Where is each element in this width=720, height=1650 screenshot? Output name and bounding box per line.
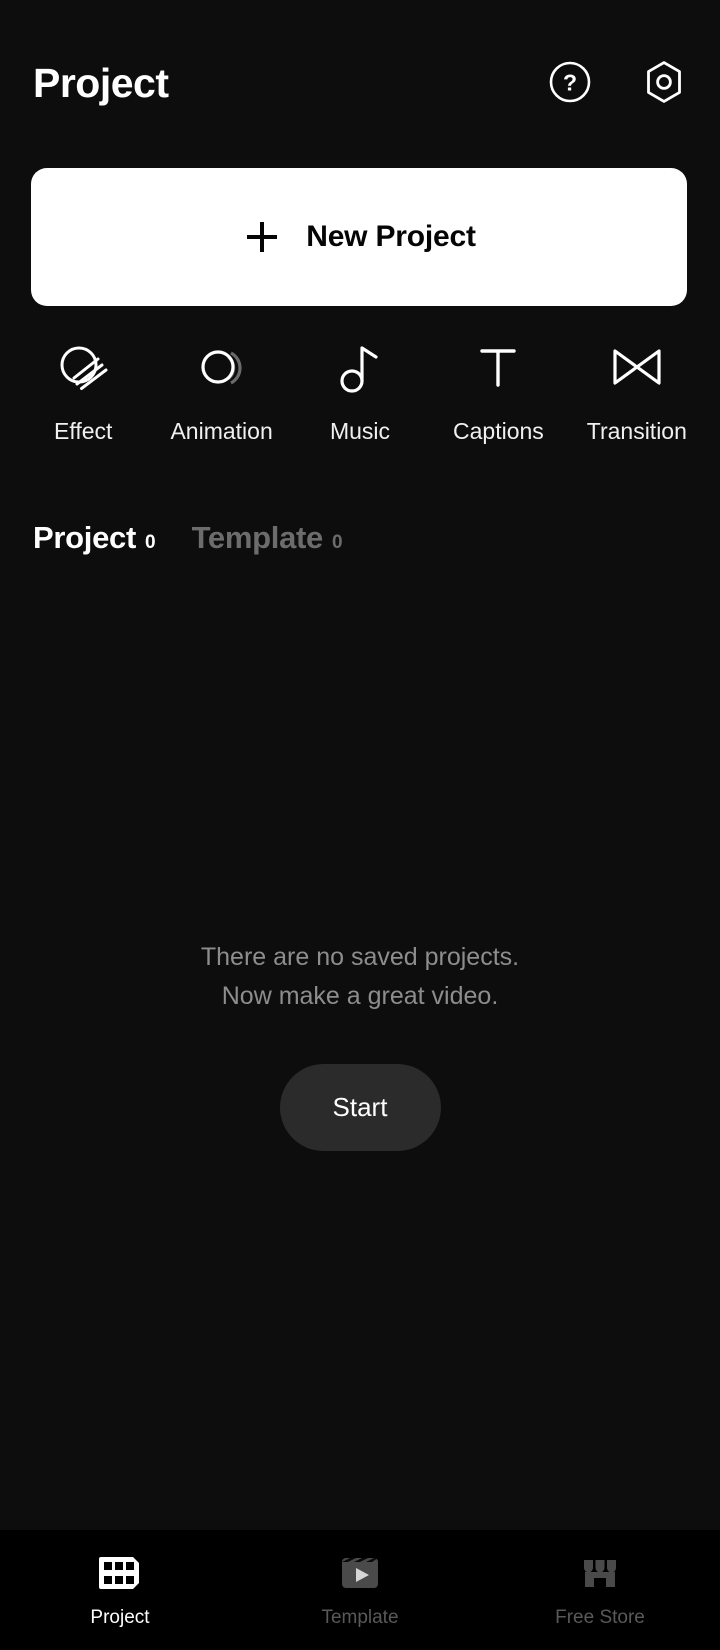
app-header: Project ? [0, 0, 720, 160]
plus-icon [247, 222, 278, 252]
animation-icon [193, 338, 251, 396]
bottom-navigation: Project Template Free Store [0, 1530, 720, 1650]
nav-label-project: Project [90, 1607, 150, 1628]
app-screen: Project ? New Project Effect Animation M… [0, 0, 720, 1650]
tab-project-label: Project [33, 520, 136, 555]
help-button[interactable]: ? [546, 58, 594, 106]
effect-icon [54, 338, 112, 396]
feature-label-captions: Captions [453, 418, 544, 444]
start-button-label: Start [332, 1091, 388, 1122]
feature-shortcut-row: Effect Animation Music Captions Transiti… [0, 338, 720, 445]
nav-label-free-store: Free Store [555, 1607, 645, 1628]
transition-bowtie-icon [608, 338, 666, 396]
feature-label-animation: Animation [170, 418, 273, 444]
clapperboard-icon [338, 1552, 382, 1594]
help-circle-icon: ? [549, 61, 591, 103]
tab-project[interactable]: Project 0 [33, 520, 156, 556]
storefront-icon [578, 1552, 622, 1594]
nav-label-template: Template [321, 1607, 399, 1628]
new-project-label: New Project [306, 220, 476, 253]
feature-item-animation[interactable]: Animation [152, 338, 290, 445]
content-tabs: Project 0 Template 0 [0, 520, 720, 556]
feature-item-transition[interactable]: Transition [568, 338, 706, 445]
nav-item-template[interactable]: Template [240, 1552, 480, 1629]
start-button[interactable]: Start [279, 1063, 441, 1151]
filmstrip-icon [97, 1552, 143, 1594]
project-list-area: There are no saved projects. Now make a … [0, 556, 720, 1650]
empty-state-line2: Now make a great video. [221, 982, 499, 1010]
feature-label-music: Music [329, 418, 391, 444]
feature-item-music[interactable]: Music [291, 338, 429, 445]
tab-project-count: 0 [145, 532, 156, 553]
music-note-icon [331, 338, 389, 396]
nav-item-project[interactable]: Project [0, 1552, 240, 1629]
settings-button[interactable] [640, 58, 688, 106]
tab-template-label: Template [191, 520, 324, 555]
page-title: Project [33, 59, 169, 106]
text-t-icon [469, 338, 527, 396]
feature-item-captions[interactable]: Captions [429, 338, 567, 445]
header-actions: ? [546, 58, 688, 106]
feature-label-effect: Effect [54, 418, 113, 444]
tab-template-count: 0 [331, 532, 343, 553]
nav-item-free-store[interactable]: Free Store [480, 1552, 720, 1629]
feature-item-effect[interactable]: Effect [14, 338, 152, 445]
svg-text:?: ? [563, 70, 577, 96]
hex-settings-icon [647, 61, 681, 103]
new-project-button[interactable]: New Project [31, 168, 687, 306]
empty-state-line1: There are no saved projects. [200, 942, 520, 971]
tab-template[interactable]: Template 0 [192, 520, 343, 556]
feature-label-transition: Transition [586, 418, 687, 444]
